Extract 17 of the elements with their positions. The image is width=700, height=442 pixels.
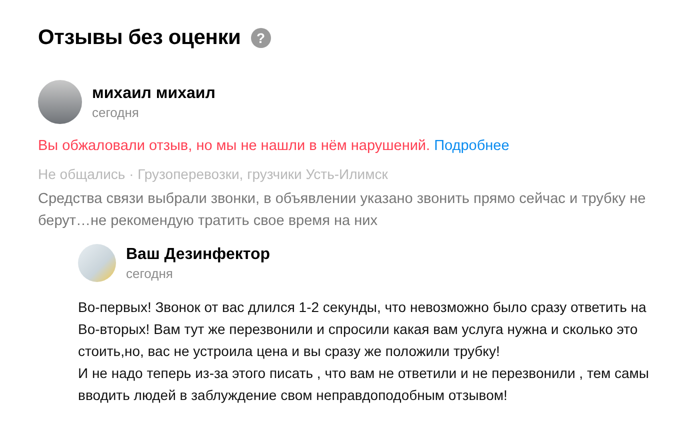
author-name: михаил михаил [92, 84, 216, 102]
help-icon[interactable]: ? [250, 28, 271, 48]
appeal-notice: Вы обжаловали отзыв, но мы не нашли в нём нарушений. Подробнее [38, 138, 510, 154]
review-text: Средства связи выбрали звонки, в объявлении указано звонить прямо сейчас и трубку не берут…не рекомендую тратить свое время на них [38, 190, 647, 231]
reply-date: сегодня [126, 266, 174, 280]
reply-text-line: Во-первых! Звонок от вас длился 1-2 секунды, что невозможно было сразу ответить на [78, 298, 648, 317]
reply-text-line: И не надо теперь из-за этого писать , что вам не ответили и не перезвонили , тем самы [78, 364, 650, 383]
author-name: Ваш Дезинфектор [126, 246, 270, 264]
avatar-photo-placeholder [78, 244, 116, 282]
avatar-photo-placeholder [38, 80, 82, 124]
review-meta: Не общались · Грузоперевозки, грузчики Усть-Илимск [38, 166, 389, 182]
reply-text-line: вводить людей в заблуждение свом неправдоподобным отзывом! [78, 386, 508, 405]
reply-text-line: Во-вторых! Вам тут же перезвонили и спросили какая вам услуга нужна и сколько это [78, 320, 639, 339]
details-link[interactable]: Подробнее [434, 138, 510, 154]
section-title: Отзывы без оценки [38, 26, 241, 50]
reply-text-line: стоить,но, вас не устроила цена и вы сразу же положили трубку! [78, 342, 501, 361]
review-date: сегодня [92, 104, 140, 120]
